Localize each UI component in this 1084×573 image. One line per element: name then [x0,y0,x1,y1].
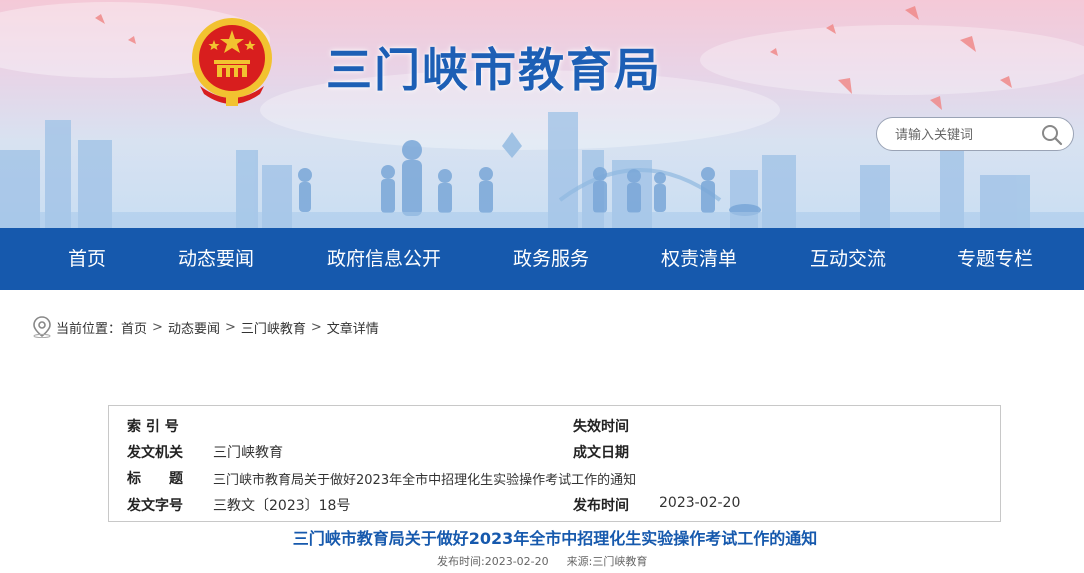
breadcrumb-prefix: 当前位置： [56,321,122,337]
index-number-label: 索 引 号 [127,419,179,435]
main-nav: 首页 动态要闻 政府信息公开 政务服务 权责清单 互动交流 专题专栏 [0,228,1084,290]
nav-item-interaction[interactable]: 互动交流 [810,228,886,290]
breadcrumb: 当前位置： 首页 > 动态要闻 > 三门峡教育 > 文章详情 [32,316,379,338]
doc-number-label: 发文字号 [127,498,183,514]
search-input[interactable] [893,124,1037,146]
issuer-value: 三门峡教育 [213,445,283,461]
children-silhouettes [298,140,761,216]
nav-item-topics[interactable]: 专题专栏 [957,228,1033,290]
breadcrumb-separator: > [152,319,163,335]
header-banner: 三门峡市教育局 [0,0,1084,228]
article-meta: 发布时间:2023-02-20 来源:三门峡教育 [437,553,647,569]
doc-title-label: 标 题 [127,471,183,487]
expire-time-label: 失效时间 [573,419,629,435]
location-pin-icon [33,316,51,338]
breadcrumb-sanmenxia-edu[interactable]: 三门峡教育 [241,318,306,337]
breadcrumb-current: 文章详情 [326,321,379,337]
nav-item-services[interactable]: 政务服务 [513,228,589,290]
search-box [876,117,1074,151]
breadcrumb-separator: > [224,319,236,335]
publish-time-value: 2023-02-20 [659,495,741,511]
article-source: 来源:三门峡教育 [566,555,648,568]
national-emblem-icon [192,18,272,106]
issuer-label: 发文机关 [127,445,183,461]
breadcrumb-home[interactable]: 首页 [121,318,147,337]
doc-number-value: 三教文〔2023〕18号 [213,498,351,514]
article-publish-time: 发布时间:2023-02-20 [437,555,549,568]
site-title: 三门峡市教育局 [326,43,662,97]
nav-item-power-list[interactable]: 权责清单 [661,228,737,290]
nav-item-gov-info[interactable]: 政府信息公开 [327,228,441,290]
breadcrumb-separator: > [310,319,322,335]
document-info-table: 索 引 号 失效时间 发文机关 三门峡教育 成文日期 标 题 三门峡市教育局关于… [108,405,1001,522]
publish-time-label: 发布时间 [573,498,629,514]
created-date-label: 成文日期 [573,445,629,461]
doc-title-value: 三门峡市教育局关于做好2023年全市中招理化生实验操作考试工作的通知 [213,473,637,488]
breadcrumb-news[interactable]: 动态要闻 [168,318,220,337]
article-title: 三门峡市教育局关于做好2023年全市中招理化生实验操作考试工作的通知 [292,529,818,548]
nav-item-home[interactable]: 首页 [68,228,106,290]
nav-item-news[interactable]: 动态要闻 [178,228,254,290]
search-icon[interactable] [1041,124,1063,146]
